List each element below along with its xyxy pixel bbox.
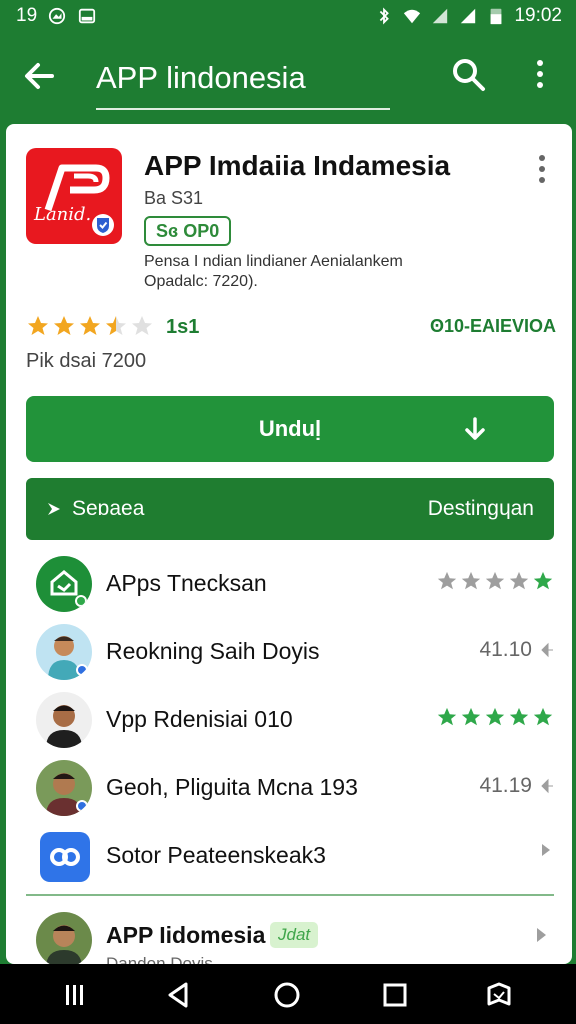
search-icon[interactable] — [450, 56, 486, 92]
list-item-name: Geoh, Pliguita Mcna 193 — [106, 774, 358, 800]
list-item-name: Reokning Saih Doyis — [106, 638, 320, 664]
list-item[interactable]: Sotor Peateenskeak3 — [26, 824, 554, 890]
app-logo: Lanid. — [26, 148, 122, 244]
list-item-name: APP Iidomesia — [106, 922, 266, 948]
star-icon — [509, 707, 529, 726]
star-icon — [461, 571, 481, 590]
list-item-score: 41.10 — [479, 638, 554, 662]
divider — [26, 894, 554, 896]
signal-2-icon — [461, 8, 476, 24]
star-icon — [437, 707, 457, 726]
star-empty-icon — [132, 316, 152, 335]
list-item[interactable]: APP Iidomesia Jdat Dandon Dovis — [26, 908, 554, 973]
star-icon — [28, 316, 48, 335]
star-icon — [485, 571, 505, 590]
back-triangle-icon[interactable] — [164, 980, 194, 1010]
list-item-name: Vpp Rdenisiai 010 — [106, 706, 293, 732]
battery-icon — [491, 8, 502, 25]
app-tag: Sɞ OP0 — [144, 216, 232, 246]
rating-badge: ʘ10-EAIEVIOA — [429, 316, 556, 336]
bar-left-label: Seɒaea — [72, 497, 145, 520]
arrow-right-icon — [537, 928, 546, 942]
signal-icon — [433, 8, 448, 24]
rating-value: 1s1 — [166, 316, 200, 338]
home-circle-icon[interactable] — [272, 980, 302, 1010]
rating-stars — [26, 314, 154, 338]
status-bar: 19 19:02 — [0, 0, 576, 34]
app-card: Lanid. APP Imdaiia Indamesia Ba S31 Sɞ O… — [6, 124, 572, 973]
app-badge-avatar — [36, 556, 92, 612]
app-desc-line2: Opadalc: 7220). — [144, 273, 258, 290]
list-item-name: APps Tnecksan — [106, 570, 267, 596]
arrow-right-icon — [542, 844, 550, 856]
list-item-score-text: 41.10 — [479, 638, 532, 661]
search-field[interactable]: APP lindonesia — [96, 54, 390, 110]
star-small-icon — [541, 778, 553, 794]
chevron-right-icon — [48, 503, 60, 515]
app-developer: Ba S31 — [144, 188, 204, 208]
star-icon — [533, 707, 553, 726]
status-time-left: 19 — [16, 5, 38, 26]
bluetooth-icon — [380, 7, 390, 25]
list-item[interactable]: Vpp Rdenisiai 010 — [26, 688, 554, 754]
app-description: Pensa I ndian lindianer Aenialankem Opad… — [144, 252, 544, 292]
avatar — [36, 912, 92, 968]
star-icon — [485, 707, 505, 726]
avatar — [36, 692, 92, 748]
status-badge: Jdat — [270, 922, 319, 948]
list-item-score: 41.19 — [479, 774, 554, 798]
star-icon — [533, 571, 553, 590]
star-icon — [437, 571, 457, 590]
star-icon — [509, 571, 529, 590]
list-item-name: Sotor Peateenskeak3 — [106, 842, 326, 868]
star-half-icon — [106, 316, 126, 335]
download-count: Pik dsai 7200 — [26, 350, 147, 372]
wifi-icon — [404, 9, 421, 24]
star-icon — [54, 316, 74, 335]
list-item-arrow — [538, 842, 554, 858]
list-item[interactable]: Geoh, Pliguita Mcna 193 41.19 — [26, 756, 554, 822]
overview-square-icon[interactable] — [380, 980, 410, 1010]
toolbar-title: APP lindonesia — [96, 60, 306, 95]
list-item-rating — [436, 570, 554, 592]
star-small-icon — [541, 642, 553, 658]
list-item[interactable]: Reokning Saih Doyis 41.10 — [26, 620, 554, 686]
secondary-action-bar[interactable]: Seɒaea Destingɥan — [26, 478, 554, 540]
link-app-icon — [40, 832, 90, 882]
image-icon — [49, 7, 66, 25]
recent-apps-icon[interactable] — [60, 980, 90, 1010]
list-item-stars — [436, 706, 554, 728]
gallery-icon — [79, 8, 96, 24]
avatar — [36, 624, 92, 680]
list-item-stars — [436, 570, 554, 592]
avatar — [36, 760, 92, 816]
app-logo-text: Lanid. — [34, 204, 92, 225]
back-arrow-icon[interactable] — [20, 56, 60, 96]
overflow-menu-icon[interactable] — [522, 56, 558, 92]
app-title: APP Imdaiia Indamesia — [144, 150, 451, 181]
app-desc-line1: Pensa I ndian lindianer Aenialankem — [144, 253, 403, 270]
status-time-right: 19:02 — [514, 5, 562, 26]
download-arrow-icon — [465, 417, 485, 440]
install-button[interactable]: Unduḷ — [26, 396, 554, 462]
list-item[interactable]: APps Tnecksan — [26, 552, 554, 618]
app-toolbar: APP lindonesia — [0, 34, 576, 120]
rating-row: 1s1 ʘ10-EAIEVIOA — [26, 314, 556, 346]
system-nav-bar — [0, 964, 576, 1024]
list-item-rating — [436, 706, 554, 728]
verified-icon — [92, 214, 114, 236]
star-icon — [461, 707, 481, 726]
app-more-icon[interactable] — [532, 152, 552, 186]
list-item-score-text: 41.19 — [479, 774, 532, 797]
bar-right-label: Destingɥan — [427, 497, 534, 520]
star-icon — [80, 316, 100, 335]
assistant-icon[interactable] — [484, 980, 514, 1010]
